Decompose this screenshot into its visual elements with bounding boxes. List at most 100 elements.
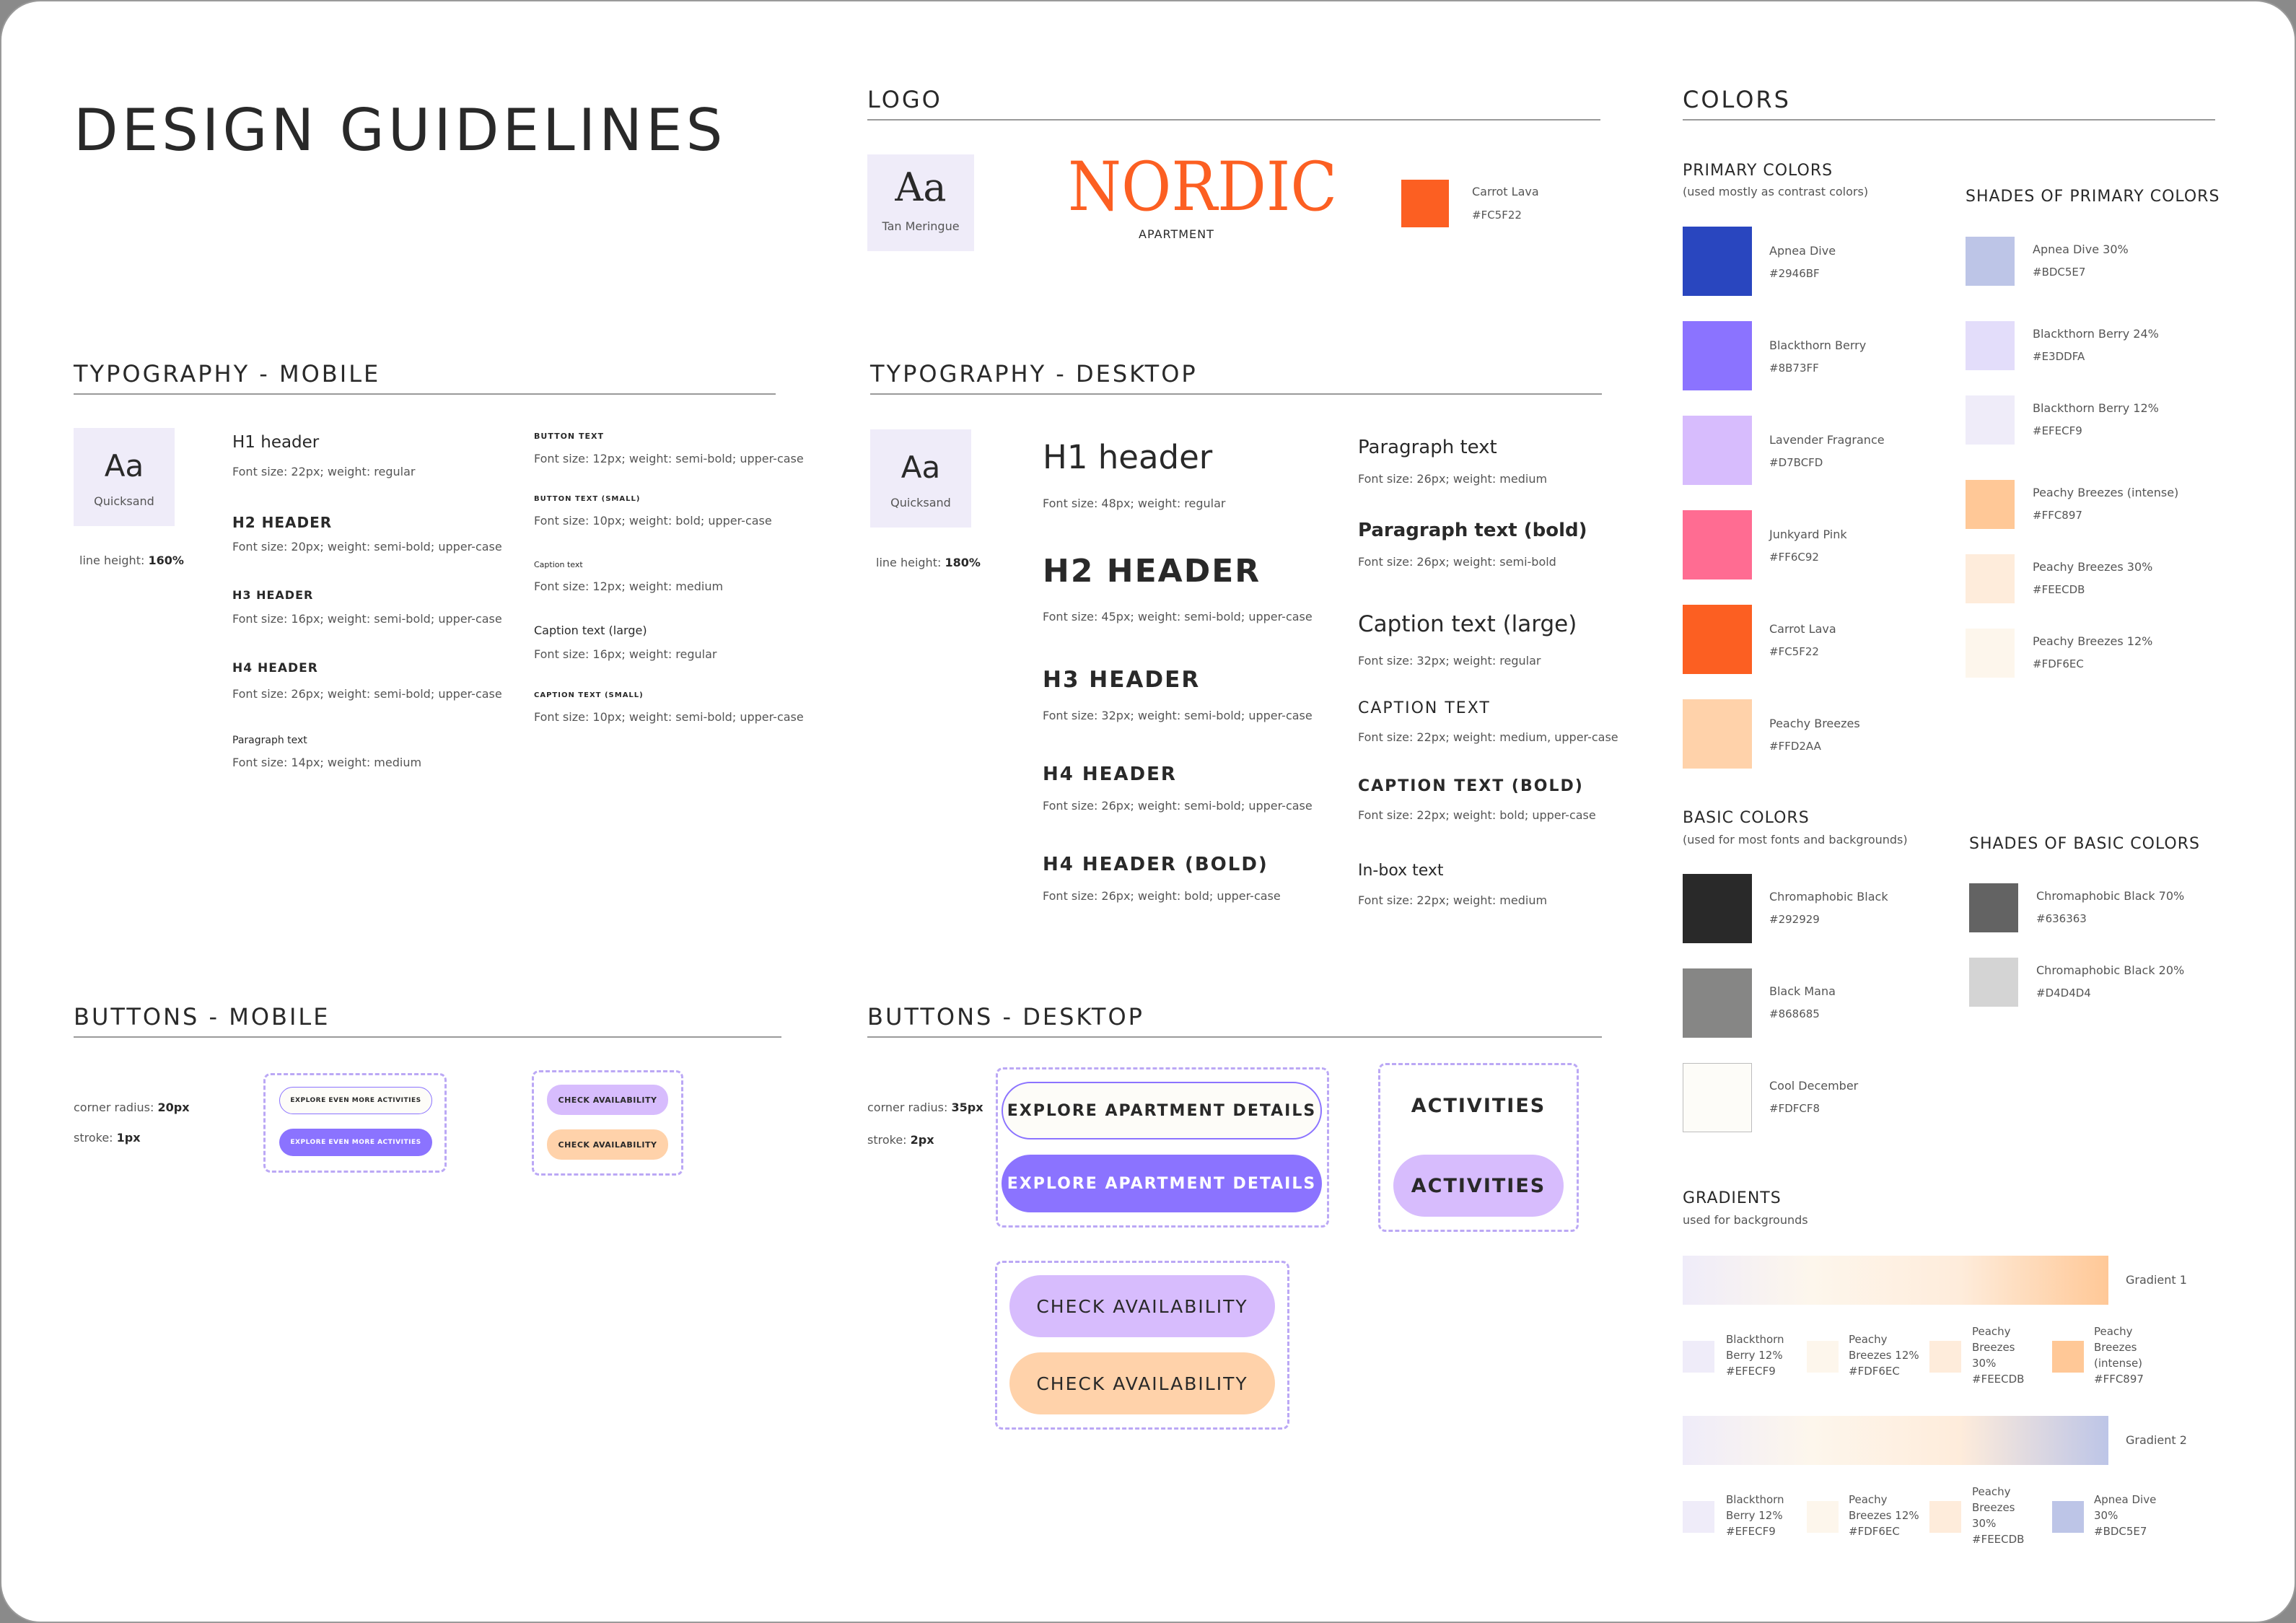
logo-divider bbox=[867, 119, 1600, 121]
color-name: Chromaphobic Black 20% bbox=[2036, 963, 2185, 977]
brand-logo: NORDIC bbox=[1068, 148, 1338, 227]
brand-color-hex: #FC5F22 bbox=[1472, 209, 1522, 222]
color-swatch bbox=[1966, 237, 2015, 286]
mobile-explore-outline-button[interactable]: EXPLORE EVEN MORE ACTIVITIES bbox=[279, 1087, 432, 1114]
color-hex: #FDFCF8 bbox=[1769, 1102, 1820, 1115]
desktop-caption-bold-sample: CAPTION TEXT (BOLD) bbox=[1358, 777, 1584, 795]
logo-heading: LOGO bbox=[867, 86, 942, 113]
color-swatch bbox=[2052, 1501, 2084, 1533]
mobile-h4-sample: H4 HEADER bbox=[232, 661, 318, 675]
desktop-h3-spec: Font size: 32px; weight: semi-bold; uppe… bbox=[1043, 709, 1313, 722]
desktop-line-height: line height: 180% bbox=[876, 556, 981, 569]
mobile-button-text-sample: BUTTON TEXT bbox=[534, 432, 604, 441]
color-swatch bbox=[1966, 395, 2015, 445]
mobile-corner-radius: corner radius: 20px bbox=[74, 1101, 190, 1114]
color-hex: #EFECF9 bbox=[2033, 424, 2082, 437]
typography-mobile-heading: TYPOGRAPHY - MOBILE bbox=[74, 360, 381, 388]
color-name: Blackthorn Berry 12% bbox=[2033, 401, 2159, 415]
desktop-h4-sample: H4 HEADER bbox=[1043, 764, 1177, 785]
color-hex: #292929 bbox=[1769, 913, 1820, 926]
color-swatch bbox=[1807, 1501, 1839, 1533]
desktop-font-name: Quicksand bbox=[890, 496, 951, 509]
mobile-font-sample: Aa bbox=[104, 448, 144, 484]
color-name: Apnea Dive 30% bbox=[2033, 242, 2129, 256]
mobile-button-text-spec: Font size: 12px; weight: semi-bold; uppe… bbox=[534, 452, 804, 465]
color-hex: #868685 bbox=[1769, 1007, 1820, 1020]
color-swatch bbox=[1969, 958, 2018, 1007]
buttons-desktop-heading: BUTTONS - DESKTOP bbox=[867, 1003, 1144, 1031]
desktop-explore-outline-button[interactable]: EXPLORE APARTMENT DETAILS bbox=[1002, 1082, 1322, 1139]
color-swatch bbox=[1683, 227, 1752, 296]
color-name: Blackthorn Berry 12% #EFECF9 bbox=[1726, 1493, 1784, 1538]
color-name: Carrot Lava bbox=[1769, 622, 1836, 636]
color-hex: #FEECDB bbox=[2033, 583, 2085, 596]
mobile-stroke: stroke: 1px bbox=[74, 1131, 141, 1145]
color-name: Peachy Breezes (intense) #FFC897 bbox=[2094, 1325, 2144, 1386]
color-swatch bbox=[1929, 1501, 1961, 1533]
desktop-caption-large-sample: Caption text (large) bbox=[1358, 611, 1577, 637]
desktop-h1-spec: Font size: 48px; weight: regular bbox=[1043, 496, 1226, 510]
page-title: DESIGN GUIDELINES bbox=[74, 97, 727, 164]
color-hex: #E3DDFA bbox=[2033, 350, 2085, 363]
color-hex: #FDF6EC bbox=[2033, 657, 2084, 670]
gradient-label: Gradient 1 bbox=[2126, 1273, 2187, 1287]
shades-basic-heading: SHADES OF BASIC COLORS bbox=[1969, 835, 2200, 853]
desktop-font-sample-box: Aa Quicksand bbox=[870, 429, 971, 528]
desktop-check-availability-peach-button[interactable]: CHECK AVAILABILITY bbox=[1009, 1352, 1275, 1414]
color-hex: #FFC897 bbox=[2033, 509, 2082, 522]
color-name: Chromaphobic Black 70% bbox=[2036, 889, 2185, 903]
color-name: Blackthorn Berry 24% bbox=[2033, 327, 2159, 341]
mobile-h1-spec: Font size: 22px; weight: regular bbox=[232, 465, 416, 478]
mobile-h2-sample: H2 HEADER bbox=[232, 514, 333, 531]
color-hex: #BDC5E7 bbox=[2033, 266, 2086, 279]
desktop-explore-filled-button[interactable]: EXPLORE APARTMENT DETAILS bbox=[1002, 1155, 1322, 1212]
desktop-check-availability-lavender-button[interactable]: CHECK AVAILABILITY bbox=[1009, 1275, 1275, 1337]
mobile-caption-small-spec: Font size: 10px; weight: semi-bold; uppe… bbox=[534, 710, 804, 724]
mobile-check-availability-lavender-button[interactable]: CHECK AVAILABILITY bbox=[547, 1085, 668, 1115]
color-name: Peachy Breezes (intense) bbox=[2033, 486, 2179, 499]
mobile-caption-sample: Caption text bbox=[534, 560, 583, 569]
desktop-paragraph-sample: Paragraph text bbox=[1358, 437, 1497, 458]
typography-desktop-divider bbox=[870, 393, 1602, 395]
primary-colors-note: (used mostly as contrast colors) bbox=[1683, 185, 1869, 198]
color-hex: #D4D4D4 bbox=[2036, 987, 2091, 999]
desktop-h1-sample: H1 header bbox=[1043, 438, 1213, 476]
mobile-font-name: Quicksand bbox=[94, 494, 154, 508]
mobile-check-availability-peach-button[interactable]: CHECK AVAILABILITY bbox=[547, 1129, 668, 1160]
color-name: Cool December bbox=[1769, 1079, 1859, 1093]
mobile-font-sample-box: Aa Quicksand bbox=[74, 428, 175, 526]
primary-colors-heading: PRIMARY COLORS bbox=[1683, 162, 1833, 180]
desktop-corner-radius: corner radius: 35px bbox=[867, 1101, 983, 1114]
gradient-bar-1 bbox=[1683, 1256, 2108, 1305]
desktop-font-sample: Aa bbox=[901, 450, 941, 485]
desktop-h4-bold-sample: H4 HEADER (BOLD) bbox=[1043, 854, 1269, 875]
color-swatch bbox=[1683, 699, 1752, 769]
desktop-caption-sample: CAPTION TEXT bbox=[1358, 699, 1491, 717]
color-hex: #D7BCFD bbox=[1769, 456, 1823, 469]
color-name: Junkyard Pink bbox=[1769, 528, 1847, 541]
color-swatch bbox=[1683, 1341, 1714, 1373]
mobile-caption-large-sample: Caption text (large) bbox=[534, 624, 647, 637]
typography-mobile-divider bbox=[74, 393, 776, 395]
mobile-explore-filled-button[interactable]: EXPLORE EVEN MORE ACTIVITIES bbox=[279, 1129, 432, 1156]
color-name: Peachy Breezes 12% #FDF6EC bbox=[1849, 1493, 1919, 1538]
desktop-activities-text[interactable]: ACTIVITIES bbox=[1378, 1095, 1579, 1117]
color-swatch bbox=[2052, 1341, 2084, 1373]
mobile-h1-sample: H1 header bbox=[232, 433, 320, 452]
buttons-desktop-divider bbox=[867, 1036, 1602, 1038]
mobile-button-small-spec: Font size: 10px; weight: bold; upper-cas… bbox=[534, 514, 772, 528]
mobile-paragraph-spec: Font size: 14px; weight: medium bbox=[232, 756, 422, 769]
mobile-h2-spec: Font size: 20px; weight: semi-bold; uppe… bbox=[232, 540, 502, 554]
desktop-paragraph-bold-sample: Paragraph text (bold) bbox=[1358, 520, 1587, 541]
desktop-activities-button[interactable]: ACTIVITIES bbox=[1393, 1155, 1564, 1217]
color-swatch bbox=[1683, 605, 1752, 674]
desktop-caption-bold-spec: Font size: 22px; weight: bold; upper-cas… bbox=[1358, 808, 1596, 822]
logo-font-sample-box: Aa Tan Meringue bbox=[867, 154, 974, 251]
color-name: Peachy Breezes 12% bbox=[2033, 634, 2153, 648]
shades-primary-heading: SHADES OF PRIMARY COLORS bbox=[1966, 188, 2220, 206]
color-hex: #2946BF bbox=[1769, 267, 1820, 280]
desktop-h4-bold-spec: Font size: 26px; weight: bold; upper-cas… bbox=[1043, 889, 1281, 903]
gradient-bar-2 bbox=[1683, 1416, 2108, 1465]
color-hex: #FF6C92 bbox=[1769, 551, 1819, 564]
color-name: Apnea Dive 30% #BDC5E7 bbox=[2094, 1493, 2157, 1538]
